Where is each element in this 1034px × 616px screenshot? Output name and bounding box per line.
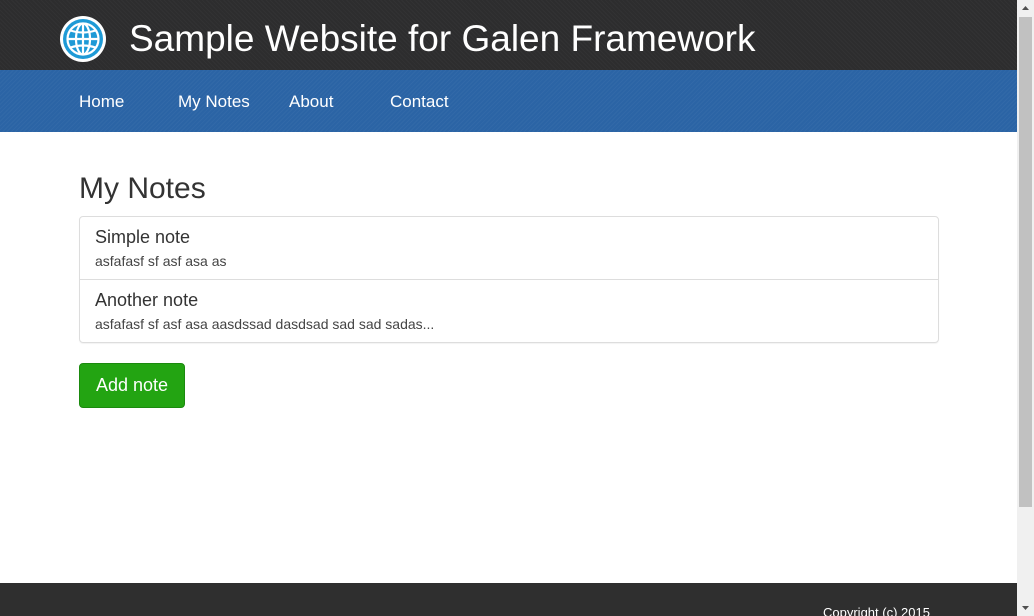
- note-item[interactable]: Another note asfafasf sf asf asa aasdssa…: [80, 279, 938, 342]
- add-note-button[interactable]: Add note: [79, 363, 185, 408]
- main-column: Sample Website for Galen Framework Home …: [0, 0, 1017, 616]
- nav-item-about[interactable]: About: [289, 92, 333, 112]
- main-nav: Home My Notes About Contact: [0, 70, 1017, 132]
- page-title: My Notes: [79, 172, 206, 205]
- scrollbar-thumb[interactable]: [1019, 17, 1032, 507]
- nav-item-contact[interactable]: Contact: [390, 92, 449, 112]
- note-description: asfafasf sf asf asa as: [95, 253, 227, 269]
- page: Sample Website for Galen Framework Home …: [0, 0, 1034, 616]
- note-title: Another note: [95, 290, 199, 310]
- note-title: Simple note: [95, 227, 191, 247]
- note-description: asfafasf sf asf asa aasdssad dasdsad sad…: [95, 316, 435, 332]
- nav-item-home[interactable]: Home: [79, 92, 124, 112]
- copyright-text: Copyright (c) 2015: [823, 605, 930, 616]
- site-header: Sample Website for Galen Framework: [0, 0, 1017, 70]
- notes-list: Simple note asfafasf sf asf asa as Anoth…: [79, 216, 939, 343]
- nav-item-my-notes[interactable]: My Notes: [178, 92, 250, 112]
- vertical-scrollbar[interactable]: [1017, 0, 1034, 616]
- globe-icon[interactable]: [59, 15, 107, 63]
- site-title: Sample Website for Galen Framework: [129, 18, 756, 59]
- site-footer: Copyright (c) 2015: [0, 583, 1017, 616]
- scroll-up-arrow-icon[interactable]: [1017, 0, 1034, 17]
- scroll-down-arrow-icon[interactable]: [1017, 599, 1034, 616]
- note-item[interactable]: Simple note asfafasf sf asf asa as: [80, 217, 938, 279]
